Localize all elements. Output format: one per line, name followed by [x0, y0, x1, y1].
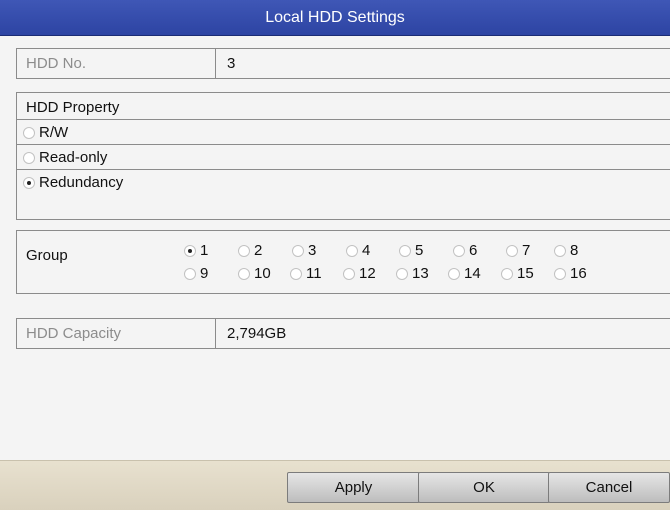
radio-icon-selected[interactable] — [184, 245, 196, 257]
radio-icon[interactable] — [554, 245, 566, 257]
cancel-button[interactable]: Cancel — [548, 472, 670, 503]
button-bar: Apply OK Cancel — [0, 460, 670, 510]
apply-button[interactable]: Apply — [287, 472, 420, 503]
hdd-property-heading: HDD Property — [17, 93, 670, 120]
hdd-no-row: HDD No. 3 — [16, 48, 670, 79]
group-option-label: 4 — [362, 242, 371, 259]
group-option-label: 14 — [464, 265, 481, 282]
property-option-label: R/W — [39, 124, 69, 141]
property-option-label: Redundancy — [39, 174, 124, 191]
group-option-label: 15 — [517, 265, 534, 282]
ok-button[interactable]: OK — [418, 472, 550, 503]
group-option-label: 7 — [522, 242, 531, 259]
group-option-label: 9 — [200, 265, 209, 282]
radio-icon[interactable] — [290, 268, 302, 280]
window-title: Local HDD Settings — [265, 9, 405, 26]
property-option-read-only[interactable]: Read-only — [17, 145, 670, 170]
radio-icon[interactable] — [506, 245, 518, 257]
hdd-no-label: HDD No. — [17, 49, 216, 78]
radio-icon[interactable] — [453, 245, 465, 257]
hdd-capacity-row: HDD Capacity 2,794GB — [16, 318, 670, 349]
group-option-label: 11 — [306, 265, 322, 282]
property-option-label: Read-only — [39, 149, 108, 166]
group-label: Group — [26, 247, 68, 264]
title-bar: Local HDD Settings — [0, 0, 670, 36]
group-option-label: 16 — [570, 265, 587, 282]
hdd-property-section: HDD Property R/W Read-only Redundancy — [16, 92, 670, 220]
group-option-label: 13 — [412, 265, 429, 282]
radio-icon[interactable] — [184, 268, 196, 280]
radio-icon[interactable] — [343, 268, 355, 280]
hdd-no-value: 3 — [227, 55, 236, 72]
radio-icon[interactable] — [23, 152, 35, 164]
group-option-label: 3 — [308, 242, 317, 259]
group-option-label: 2 — [254, 242, 263, 259]
group-option-label: 6 — [469, 242, 478, 259]
radio-icon[interactable] — [501, 268, 513, 280]
property-option-redundancy[interactable]: Redundancy — [17, 170, 670, 195]
radio-icon[interactable] — [346, 245, 358, 257]
dialog-body: HDD No. 3 HDD Property R/W Read-only Red… — [0, 36, 670, 460]
group-option-label: 5 — [415, 242, 424, 259]
property-option-rw[interactable]: R/W — [17, 120, 670, 145]
radio-icon[interactable] — [292, 245, 304, 257]
hdd-capacity-label: HDD Capacity — [17, 319, 216, 348]
radio-icon[interactable] — [399, 245, 411, 257]
radio-icon[interactable] — [396, 268, 408, 280]
radio-icon-selected[interactable] — [23, 177, 35, 189]
group-option-label: 1 — [200, 242, 209, 259]
radio-icon[interactable] — [238, 245, 250, 257]
radio-icon[interactable] — [448, 268, 460, 280]
radio-icon[interactable] — [554, 268, 566, 280]
group-option-label: 8 — [570, 242, 579, 259]
group-option-label: 12 — [359, 265, 376, 282]
radio-icon[interactable] — [238, 268, 250, 280]
group-section: Group 1 2 3 4 5 6 7 8 9 10 11 12 13 14 1… — [16, 230, 670, 294]
group-option-label: 10 — [254, 265, 271, 282]
hdd-capacity-value: 2,794GB — [227, 325, 287, 342]
radio-icon[interactable] — [23, 127, 35, 139]
